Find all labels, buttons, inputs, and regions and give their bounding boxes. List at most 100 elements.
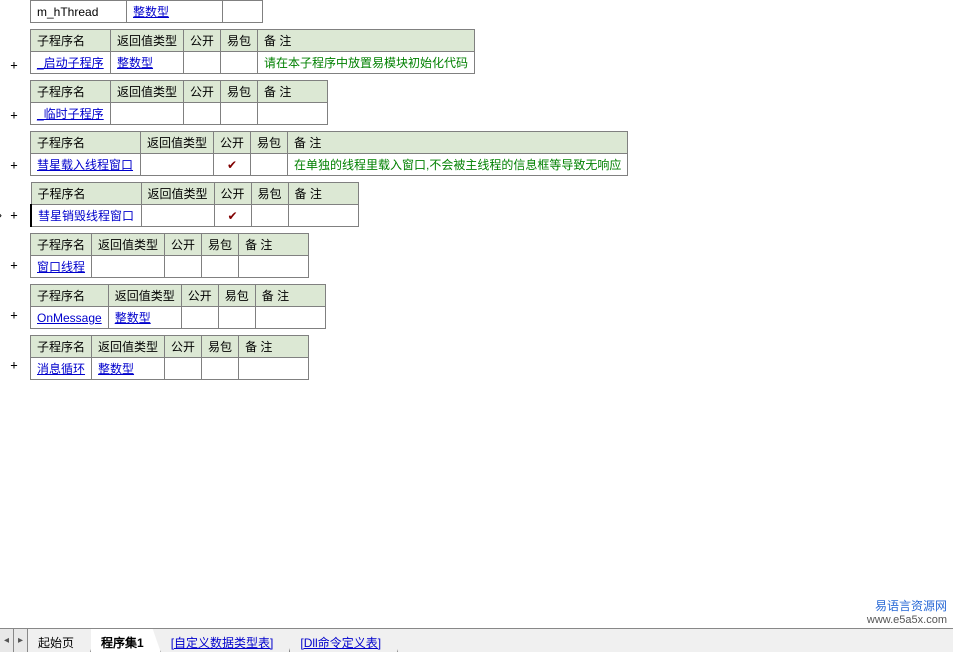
pkg-cell[interactable] xyxy=(221,52,258,74)
procedure-block: 子程序名返回值类型公开易包备 注窗口线程 xyxy=(30,233,953,278)
column-header: 返回值类型 xyxy=(111,30,184,52)
expand-marker[interactable]: + xyxy=(8,58,20,72)
column-header: 易包 xyxy=(251,132,288,154)
column-header: 返回值类型 xyxy=(108,285,181,307)
procedure-block: 子程序名返回值类型公开易包备 注_启动子程序整数型请在本子程序中放置易模块初始化… xyxy=(30,29,953,74)
procedure-name-cell[interactable]: OnMessage xyxy=(31,307,109,329)
table-row[interactable]: 消息循环整数型 xyxy=(31,358,309,380)
procedure-name-cell[interactable]: 彗星销毁线程窗口 xyxy=(31,205,141,227)
column-header: 子程序名 xyxy=(31,336,92,358)
procedure-block: 子程序名返回值类型公开易包备 注 _临时子程序 xyxy=(30,80,953,125)
expand-marker[interactable]: + xyxy=(8,308,20,322)
remark-cell[interactable] xyxy=(255,307,325,329)
return-type[interactable]: 整数型 xyxy=(115,311,151,325)
procedure-name[interactable]: _临时子程序 xyxy=(37,107,104,121)
variable-type[interactable]: 整数型 xyxy=(133,5,169,19)
procedure-name-cell[interactable]: 彗星载入线程窗口 xyxy=(31,154,141,176)
public-cell[interactable] xyxy=(184,52,221,74)
procedure-table: 子程序名返回值类型公开易包备 注 OnMessage 整数型 xyxy=(30,284,326,329)
column-header: 公开 xyxy=(214,183,251,205)
public-cell[interactable] xyxy=(181,307,218,329)
column-header: 备 注 xyxy=(239,234,309,256)
procedure-name-cell[interactable]: _临时子程序 xyxy=(31,103,111,125)
remark-text: 请在本子程序中放置易模块初始化代码 xyxy=(264,56,468,70)
tab-scroll-left[interactable]: ◂ xyxy=(0,629,14,652)
return-type-cell[interactable] xyxy=(111,103,184,125)
remark-text: 在单独的线程里载入窗口,不会被主线程的信息框等导致无响应 xyxy=(294,158,621,172)
pkg-cell[interactable] xyxy=(218,307,255,329)
column-header: 公开 xyxy=(214,132,251,154)
public-cell[interactable] xyxy=(184,103,221,125)
tab-0[interactable]: 起始页 xyxy=(28,629,91,652)
pkg-cell[interactable] xyxy=(221,103,258,125)
pkg-cell[interactable] xyxy=(251,205,288,227)
pkg-cell[interactable] xyxy=(202,358,239,380)
column-header: 易包 xyxy=(202,336,239,358)
procedure-table: 子程序名返回值类型公开易包备 注 _临时子程序 xyxy=(30,80,328,125)
table-header-row: 子程序名返回值类型公开易包备 注 xyxy=(31,132,628,154)
column-header: 备 注 xyxy=(255,285,325,307)
procedure-name[interactable]: 窗口线程 xyxy=(37,260,85,274)
column-header: 公开 xyxy=(181,285,218,307)
column-header: 返回值类型 xyxy=(92,234,165,256)
tab-3[interactable]: [Dll命令定义表] xyxy=(290,629,398,652)
column-header: 返回值类型 xyxy=(141,183,214,205)
return-type[interactable]: 整数型 xyxy=(117,56,153,70)
procedure-name[interactable]: _启动子程序 xyxy=(37,56,104,70)
column-header: 公开 xyxy=(184,30,221,52)
remark-cell[interactable] xyxy=(258,103,328,125)
return-type-cell[interactable] xyxy=(92,256,165,278)
expand-marker[interactable]: + xyxy=(8,108,20,122)
column-header: 子程序名 xyxy=(31,285,109,307)
column-header: 易包 xyxy=(218,285,255,307)
table-row[interactable]: _临时子程序 xyxy=(31,103,328,125)
procedure-block: 子程序名返回值类型公开易包备 注彗星载入线程窗口 ✔ 在单独的线程里载入窗口,不会被… xyxy=(30,131,953,176)
pkg-cell[interactable] xyxy=(251,154,288,176)
procedure-name[interactable]: 彗星载入线程窗口 xyxy=(37,158,133,172)
table-header-row: 子程序名返回值类型公开易包备 注 xyxy=(31,183,358,205)
return-type-cell[interactable] xyxy=(141,205,214,227)
remark-cell[interactable]: 请在本子程序中放置易模块初始化代码 xyxy=(258,52,475,74)
expand-marker[interactable]: + xyxy=(8,358,20,372)
table-row[interactable]: 彗星载入线程窗口 ✔ 在单独的线程里载入窗口,不会被主线程的信息框等导致无响应 xyxy=(31,154,628,176)
tab-1[interactable]: 程序集1 xyxy=(91,629,161,652)
tab-scroll-right[interactable]: ▸ xyxy=(14,629,28,652)
procedure-name[interactable]: 消息循环 xyxy=(37,362,85,376)
procedure-name-cell[interactable]: 窗口线程 xyxy=(31,256,92,278)
table-header-row: 子程序名返回值类型公开易包备 注 xyxy=(31,285,326,307)
return-type-cell[interactable]: 整数型 xyxy=(108,307,181,329)
column-header: 返回值类型 xyxy=(141,132,214,154)
expand-marker[interactable]: + xyxy=(8,208,20,222)
public-cell[interactable] xyxy=(165,358,202,380)
public-cell[interactable] xyxy=(165,256,202,278)
procedure-name-cell[interactable]: 消息循环 xyxy=(31,358,92,380)
remark-cell[interactable] xyxy=(239,256,309,278)
column-header: 备 注 xyxy=(258,81,328,103)
table-row[interactable]: OnMessage 整数型 xyxy=(31,307,326,329)
return-type-cell[interactable] xyxy=(141,154,214,176)
table-row[interactable]: 彗星销毁线程窗口 ✔ xyxy=(31,205,358,227)
return-type-cell[interactable]: 整数型 xyxy=(92,358,165,380)
table-row[interactable]: m_hThread 整数型 xyxy=(31,1,263,23)
table-header-row: 子程序名返回值类型公开易包备 注 xyxy=(31,81,328,103)
remark-cell[interactable] xyxy=(288,205,358,227)
remark-cell[interactable]: 在单独的线程里载入窗口,不会被主线程的信息框等导致无响应 xyxy=(288,154,628,176)
remark-cell[interactable] xyxy=(239,358,309,380)
pkg-cell[interactable] xyxy=(202,256,239,278)
public-check-icon[interactable]: ✔ xyxy=(214,154,251,176)
expand-marker[interactable]: + xyxy=(8,258,20,272)
public-check-icon[interactable]: ✔ xyxy=(214,205,251,227)
table-row[interactable]: _启动子程序整数型 请在本子程序中放置易模块初始化代码 xyxy=(31,52,475,74)
procedure-name-cell[interactable]: _启动子程序 xyxy=(31,52,111,74)
tabs-host: 起始页程序集1[自定义数据类型表][Dll命令定义表] xyxy=(28,629,398,652)
procedure-block: 子程序名返回值类型公开易包备 注 OnMessage 整数型 xyxy=(30,284,953,329)
tab-2[interactable]: [自定义数据类型表] xyxy=(161,629,291,652)
return-type[interactable]: 整数型 xyxy=(98,362,134,376)
return-type-cell[interactable]: 整数型 xyxy=(111,52,184,74)
procedure-name[interactable]: OnMessage xyxy=(37,311,102,325)
expand-marker[interactable]: + xyxy=(8,158,20,172)
content-area: m_hThread 整数型 子程序名返回值类型公开易包备 注_启动子程序整数型请… xyxy=(30,0,953,380)
procedure-block: 子程序名返回值类型公开易包备 注消息循环整数型 xyxy=(30,335,953,380)
table-row[interactable]: 窗口线程 xyxy=(31,256,309,278)
code-editor-area: + + + › + + + + m_hThread 整数型 子程序名返回值类型公… xyxy=(0,0,953,628)
